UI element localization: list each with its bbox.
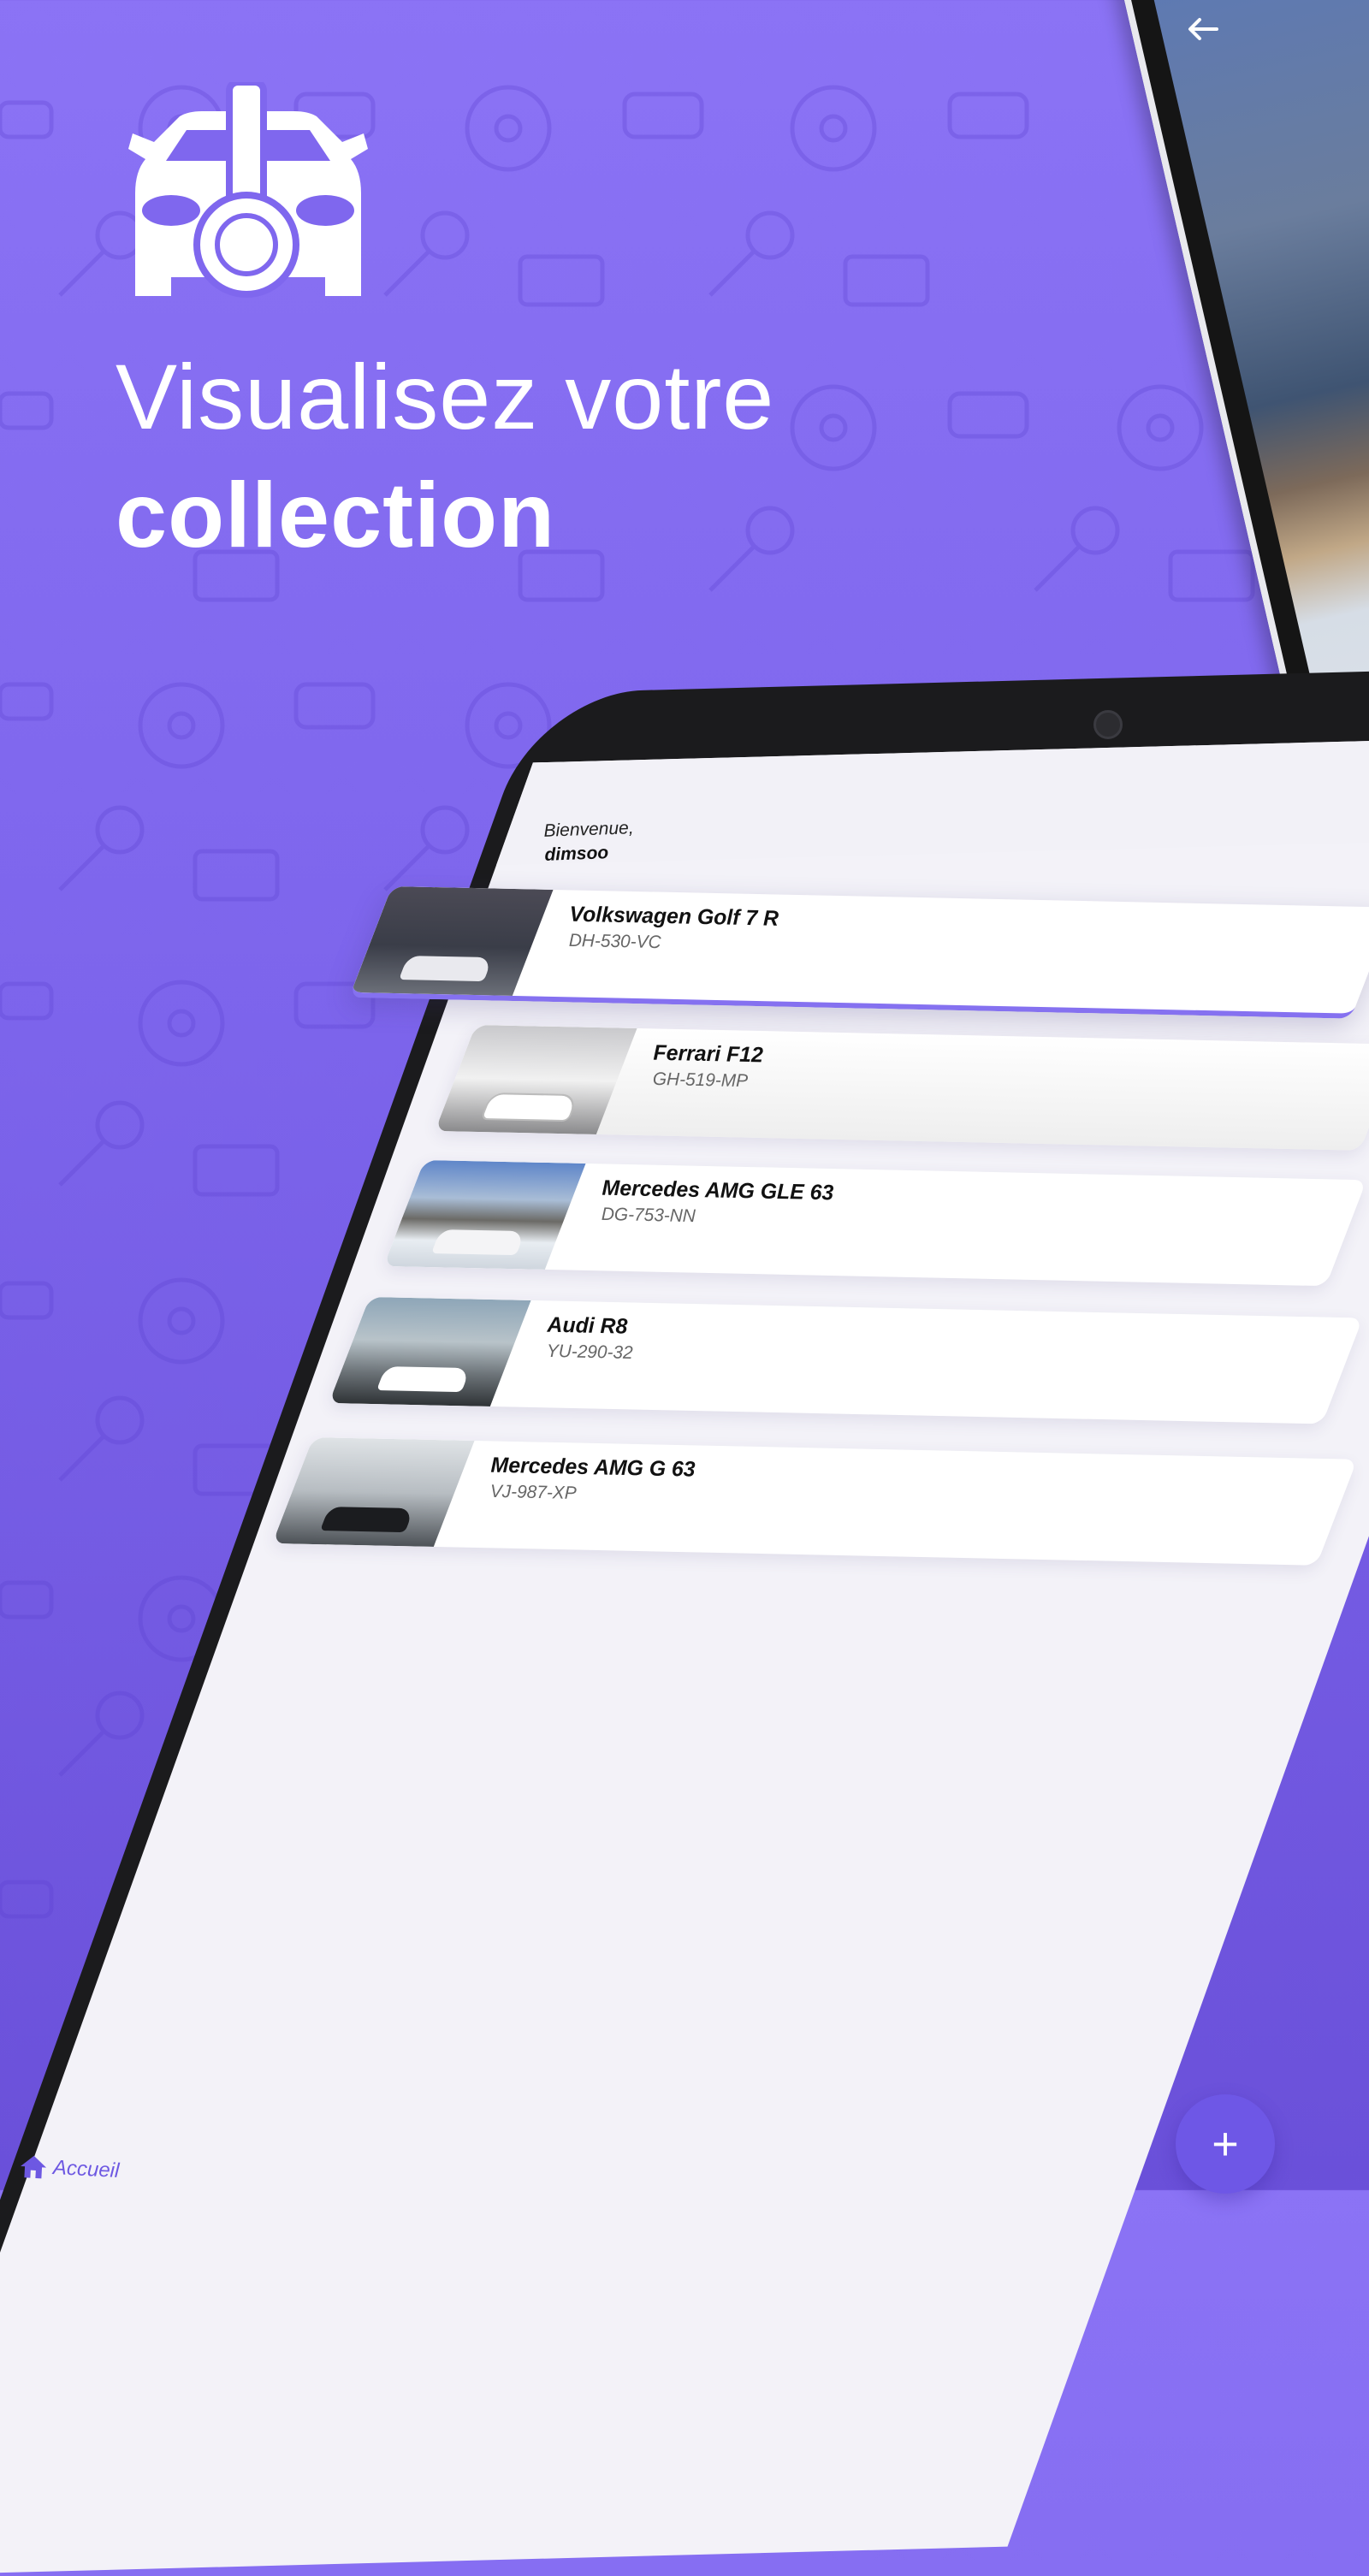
steering-wheel-icon [138, 980, 225, 1067]
hero-title-line1: Visualisez votre [116, 345, 775, 448]
car-icon [947, 391, 1029, 439]
username: dimsoo [544, 843, 609, 865]
car-plate: VJ-987-XP [489, 1481, 577, 1504]
steering-wheel-icon [138, 1277, 225, 1365]
car-card[interactable]: Mercedes AMG G 63 VJ-987-XP [272, 1437, 1358, 1566]
car-icon [0, 1880, 54, 1919]
van-icon [193, 1144, 280, 1197]
van-icon [193, 849, 280, 902]
arrow-left-icon[interactable] [1184, 10, 1222, 48]
car-icon [0, 100, 54, 139]
steering-wheel-icon [790, 384, 877, 471]
van-icon [1168, 549, 1255, 602]
hero-title-line2: collection [116, 463, 556, 566]
car-icon [293, 682, 376, 730]
car-name: Mercedes AMG G 63 [490, 1453, 696, 1482]
car-icon [0, 1580, 54, 1620]
car-card[interactable]: Volkswagen Golf 7 R DH-530-VC [348, 886, 1369, 1019]
van-icon [518, 254, 605, 307]
car-card[interactable]: Ferrari F12 GH-519-MP [435, 1025, 1369, 1151]
car-plate: DG-753-NN [601, 1204, 696, 1227]
car-plate: DH-530-VC [568, 930, 661, 953]
car-icon [0, 682, 54, 721]
nav-home-label: Accueil [52, 2156, 121, 2183]
plus-icon: + [1212, 2118, 1239, 2170]
van-icon [843, 254, 930, 307]
key-icon [58, 805, 145, 891]
car-card[interactable]: Audi R8 YU-290-32 [329, 1297, 1363, 1424]
car-plate: GH-519-MP [652, 1069, 749, 1092]
key-icon [1034, 506, 1120, 592]
steering-wheel-icon [790, 85, 877, 172]
car-name: Ferrari F12 [653, 1040, 764, 1068]
nav-home[interactable]: Accueil [18, 2153, 120, 2184]
steering-wheel-icon [465, 85, 552, 172]
car-icon [947, 92, 1029, 139]
steering-wheel-icon [138, 682, 225, 769]
home-icon [21, 2155, 47, 2179]
car-key-logo [120, 79, 376, 305]
key-icon [58, 1395, 145, 1482]
car-name: Audi R8 [547, 1312, 628, 1339]
steering-wheel-icon [1117, 384, 1204, 471]
add-car-button[interactable]: + [1176, 2094, 1275, 2194]
car-plate: YU-290-32 [546, 1341, 633, 1364]
car-name: Volkswagen Golf 7 R [569, 902, 779, 931]
hero-title: Visualisez votre collection [116, 351, 774, 561]
car-card[interactable]: Mercedes AMG GLE 63 DG-753-NN [383, 1160, 1367, 1287]
key-icon [58, 1691, 145, 1777]
welcome-header: Bienvenue, dimsoo [543, 818, 635, 866]
car-icon [622, 92, 704, 139]
key-icon [58, 1100, 145, 1187]
camera-dot [1093, 710, 1123, 739]
car-icon [0, 1281, 54, 1320]
key-icon [383, 805, 470, 891]
key-icon [383, 210, 470, 297]
car-name: Mercedes AMG GLE 63 [602, 1175, 834, 1205]
car-icon [0, 391, 54, 430]
key-icon [708, 210, 795, 297]
car-key-icon [128, 79, 368, 298]
welcome-text: Bienvenue, [543, 818, 634, 841]
car-icon [0, 981, 54, 1021]
